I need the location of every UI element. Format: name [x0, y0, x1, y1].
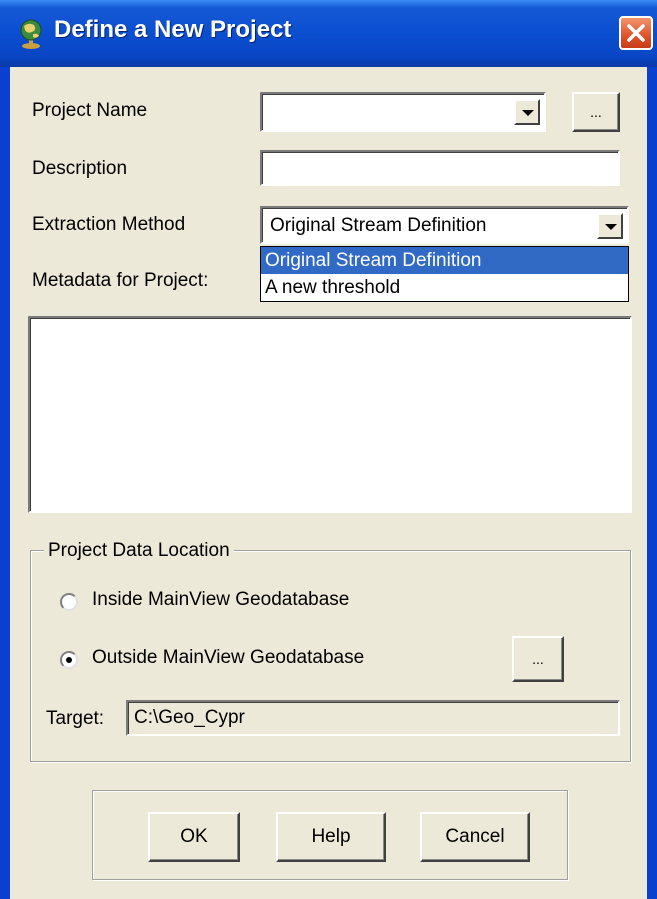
extraction-method-select[interactable]: Original Stream Definition [260, 206, 629, 244]
close-icon [627, 24, 645, 42]
description-input[interactable] [260, 150, 620, 186]
inside-geodatabase-label[interactable]: Inside MainView Geodatabase [92, 589, 349, 611]
chevron-down-icon [605, 224, 617, 230]
window-title: Define a New Project [54, 16, 292, 43]
cancel-button[interactable]: Cancel [420, 812, 530, 862]
outside-geodatabase-label[interactable]: Outside MainView Geodatabase [92, 647, 364, 669]
title-bar[interactable]: Define a New Project [0, 0, 657, 67]
extraction-method-value: Original Stream Definition [270, 215, 487, 236]
target-path-field: C:\Geo_Cypr [126, 700, 620, 736]
project-name-dropdown-button[interactable] [514, 99, 540, 125]
close-button[interactable] [619, 16, 653, 50]
chevron-down-icon [522, 110, 534, 116]
target-label: Target: [46, 708, 105, 729]
window-border-right [647, 67, 657, 899]
dropdown-option-original-stream[interactable]: Original Stream Definition [261, 247, 628, 274]
description-label: Description [32, 158, 128, 179]
outside-geodatabase-radio[interactable] [60, 651, 78, 669]
window-border-left [0, 67, 10, 899]
extraction-method-label: Extraction Method [32, 214, 186, 235]
group-legend: Project Data Location [44, 540, 234, 562]
radio-selected-dot [66, 657, 72, 663]
project-name-browse-button[interactable]: ... [572, 92, 620, 132]
inside-geodatabase-radio[interactable] [60, 593, 78, 611]
target-path-value: C:\Geo_Cypr [134, 707, 245, 728]
project-name-label: Project Name [32, 100, 148, 121]
project-name-combo[interactable] [260, 92, 546, 132]
extraction-method-dropdown-button[interactable] [597, 213, 623, 239]
dialog-window: Define a New Project Project Name ... De… [0, 0, 657, 899]
globe-icon [14, 18, 48, 50]
location-browse-button[interactable]: ... [512, 636, 564, 682]
metadata-label: Metadata for Project: [32, 270, 209, 291]
metadata-textarea[interactable] [28, 316, 632, 513]
dropdown-option-new-threshold[interactable]: A new threshold [261, 274, 628, 301]
help-button[interactable]: Help [276, 812, 386, 862]
ok-button[interactable]: OK [148, 812, 240, 862]
extraction-method-dropdown-list: Original Stream Definition A new thresho… [260, 246, 629, 302]
